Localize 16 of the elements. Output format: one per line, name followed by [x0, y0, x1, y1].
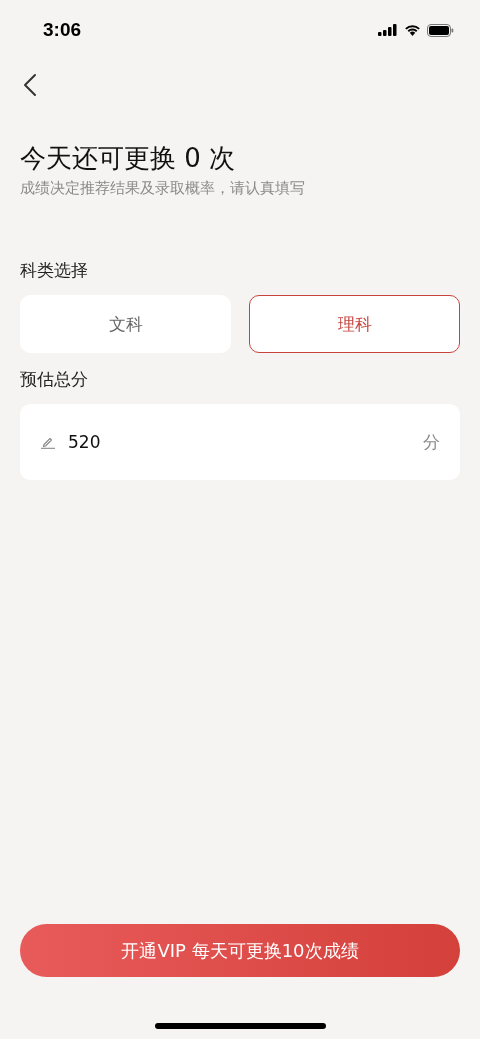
score-value: 520: [68, 432, 102, 452]
page-subtitle: 成绩决定推荐结果及录取概率，请认真填写: [20, 178, 306, 199]
subject-option[interactable]: 理科: [249, 295, 460, 353]
vip-button[interactable]: 开通VIP 每天可更换10次成绩: [20, 924, 460, 977]
section-label: 科类选择: [20, 259, 89, 282]
wifi-icon: [404, 24, 421, 36]
signal-icon: [378, 24, 398, 36]
subject-option[interactable]: 文科: [20, 295, 231, 353]
status-time: 3:06: [43, 19, 82, 41]
battery-icon: [427, 23, 454, 37]
section-label: 预估总分: [20, 368, 89, 391]
score-field[interactable]: 520 分: [20, 404, 460, 480]
page-title: 今天还可更换 0 次: [20, 142, 237, 175]
back-button[interactable]: [22, 72, 38, 98]
score-unit: 分: [423, 430, 440, 454]
pencil-icon: [40, 435, 56, 449]
